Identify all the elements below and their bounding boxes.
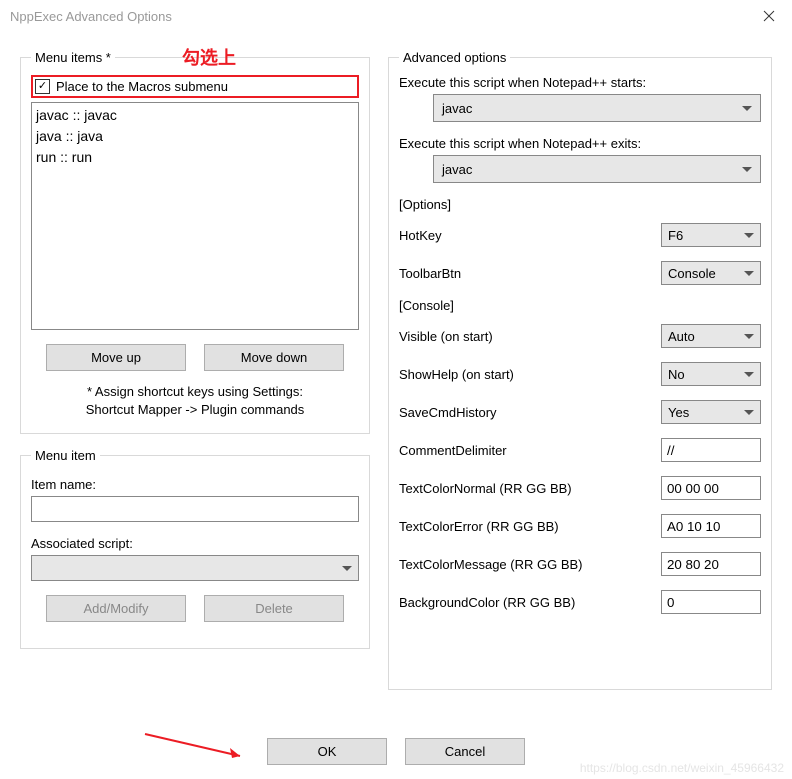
toolbarbtn-value: Console <box>668 266 716 281</box>
chevron-down-icon <box>744 372 754 377</box>
exec-on-start-value: javac <box>442 101 472 116</box>
associated-script-label: Associated script: <box>31 536 359 551</box>
textcolor-message-input[interactable] <box>661 552 761 576</box>
shortcut-hint: * Assign shortcut keys using Settings: S… <box>31 383 359 419</box>
ok-button[interactable]: OK <box>267 738 387 765</box>
close-icon <box>763 10 775 22</box>
exec-on-start-select[interactable]: javac <box>433 94 761 122</box>
chevron-down-icon <box>742 167 752 172</box>
chevron-down-icon <box>744 233 754 238</box>
menu-items-group: Menu items * ✓ Place to the Macros subme… <box>20 50 370 434</box>
menu-items-legend: Menu items * <box>31 50 115 65</box>
advanced-options-group: Advanced options Execute this script whe… <box>388 50 772 690</box>
options-header: [Options] <box>399 197 761 212</box>
textcolor-message-label: TextColorMessage (RR GG BB) <box>399 557 583 572</box>
advanced-options-legend: Advanced options <box>399 50 510 65</box>
list-item[interactable]: run :: run <box>36 147 354 168</box>
chevron-down-icon <box>342 566 352 571</box>
menu-item-group: Menu item Item name: Associated script: … <box>20 448 370 649</box>
bgcolor-input[interactable] <box>661 590 761 614</box>
showhelp-select[interactable]: No <box>661 362 761 386</box>
list-item[interactable]: javac :: javac <box>36 105 354 126</box>
bgcolor-label: BackgroundColor (RR GG BB) <box>399 595 575 610</box>
macros-checkbox-label: Place to the Macros submenu <box>56 79 228 94</box>
cancel-button[interactable]: Cancel <box>405 738 525 765</box>
exec-on-exit-value: javac <box>442 162 472 177</box>
annotation-text: 勾选上 <box>182 44 236 70</box>
toolbarbtn-select[interactable]: Console <box>661 261 761 285</box>
associated-script-select[interactable] <box>31 555 359 581</box>
textcolor-error-label: TextColorError (RR GG BB) <box>399 519 559 534</box>
textcolor-normal-input[interactable] <box>661 476 761 500</box>
chevron-down-icon <box>744 334 754 339</box>
delete-button[interactable]: Delete <box>204 595 344 622</box>
visible-label: Visible (on start) <box>399 329 493 344</box>
showhelp-value: No <box>668 367 685 382</box>
visible-value: Auto <box>668 329 695 344</box>
savecmd-value: Yes <box>668 405 689 420</box>
comment-delim-label: CommentDelimiter <box>399 443 507 458</box>
list-item[interactable]: java :: java <box>36 126 354 147</box>
macros-submenu-checkbox-row[interactable]: ✓ Place to the Macros submenu <box>31 75 359 98</box>
comment-delim-input[interactable] <box>661 438 761 462</box>
close-button[interactable] <box>746 0 792 32</box>
add-modify-button[interactable]: Add/Modify <box>46 595 186 622</box>
move-down-button[interactable]: Move down <box>204 344 344 371</box>
visible-select[interactable]: Auto <box>661 324 761 348</box>
chevron-down-icon <box>744 410 754 415</box>
savecmd-label: SaveCmdHistory <box>399 405 497 420</box>
check-icon: ✓ <box>38 81 47 92</box>
console-header: [Console] <box>399 298 761 313</box>
exec-on-exit-label: Execute this script when Notepad++ exits… <box>399 136 761 151</box>
chevron-down-icon <box>744 271 754 276</box>
toolbarbtn-label: ToolbarBtn <box>399 266 461 281</box>
menu-item-legend: Menu item <box>31 448 100 463</box>
textcolor-error-input[interactable] <box>661 514 761 538</box>
move-up-button[interactable]: Move up <box>46 344 186 371</box>
exec-on-exit-select[interactable]: javac <box>433 155 761 183</box>
showhelp-label: ShowHelp (on start) <box>399 367 514 382</box>
hotkey-select[interactable]: F6 <box>661 223 761 247</box>
hotkey-value: F6 <box>668 228 683 243</box>
menu-items-listbox[interactable]: javac :: javac java :: java run :: run <box>31 102 359 330</box>
textcolor-normal-label: TextColorNormal (RR GG BB) <box>399 481 572 496</box>
item-name-input[interactable] <box>31 496 359 522</box>
savecmd-select[interactable]: Yes <box>661 400 761 424</box>
macros-checkbox[interactable]: ✓ <box>35 79 50 94</box>
title-bar: NppExec Advanced Options <box>0 0 792 32</box>
hotkey-label: HotKey <box>399 228 442 243</box>
exec-on-start-label: Execute this script when Notepad++ start… <box>399 75 761 90</box>
item-name-label: Item name: <box>31 477 359 492</box>
chevron-down-icon <box>742 106 752 111</box>
window-title: NppExec Advanced Options <box>10 9 172 24</box>
